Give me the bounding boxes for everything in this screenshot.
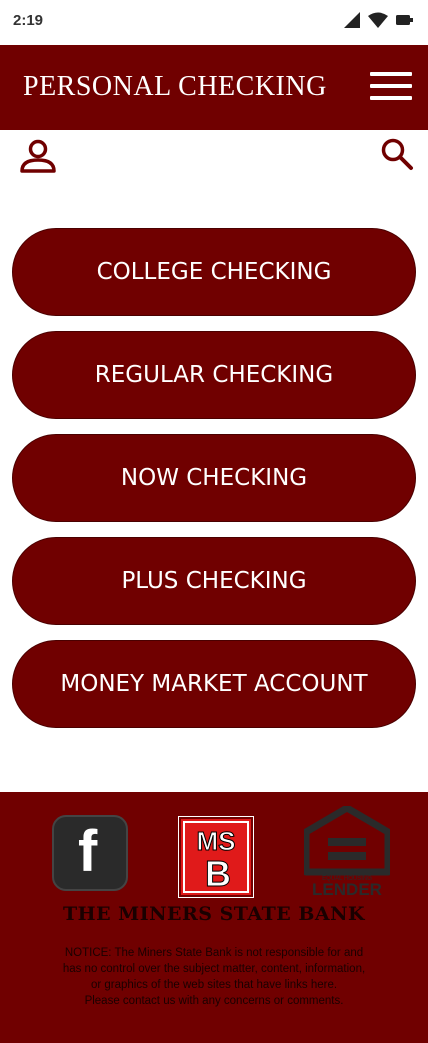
notice-line: has no control over the subject matter, …: [62, 963, 366, 975]
svg-text:B: B: [205, 853, 231, 894]
footer: f MS B EQUAL HOUSING LENDER THE MINERS S…: [0, 792, 428, 1043]
plus-checking-button[interactable]: PLUS CHECKING: [12, 537, 416, 625]
wifi-icon: [368, 12, 388, 28]
svg-text:MS: MS: [197, 826, 236, 856]
page-title: PERSONAL CHECKING: [23, 71, 327, 102]
menu-bar: [370, 84, 412, 88]
menu-bar: [370, 96, 412, 100]
status-icons: [344, 12, 414, 28]
search-icon[interactable]: [380, 137, 414, 171]
notice-line: NOTICE: The Miners State Bank is not res…: [64, 947, 364, 959]
facebook-icon[interactable]: f: [52, 815, 128, 891]
user-profile-icon[interactable]: [18, 137, 58, 177]
equal-housing-lender-logo: EQUAL HOUSING LENDER: [304, 806, 390, 896]
bank-name: THE MINERS STATE BANK: [62, 903, 366, 925]
battery-icon: [396, 15, 413, 25]
hamburger-menu-icon[interactable]: [370, 72, 412, 104]
app-header: PERSONAL CHECKING: [0, 45, 428, 130]
college-checking-button[interactable]: COLLEGE CHECKING: [12, 228, 416, 316]
svg-text:LENDER: LENDER: [312, 880, 382, 896]
notice-line: or graphics of the web sites that have l…: [90, 979, 338, 991]
msb-logo: MS B: [178, 816, 254, 898]
signal-icon: [344, 12, 360, 28]
regular-checking-button[interactable]: REGULAR CHECKING: [12, 331, 416, 419]
legal-notice: NOTICE: The Miners State Bank is not res…: [30, 945, 398, 1009]
status-time: 2:19: [13, 12, 44, 29]
facebook-letter: f: [78, 819, 98, 884]
status-bar: 2:19: [0, 0, 428, 45]
now-checking-button[interactable]: NOW CHECKING: [12, 434, 416, 522]
menu-bar: [370, 72, 412, 76]
notice-line: Please contact us with any concerns or c…: [84, 995, 344, 1007]
money-market-account-button[interactable]: MONEY MARKET ACCOUNT: [12, 640, 416, 728]
